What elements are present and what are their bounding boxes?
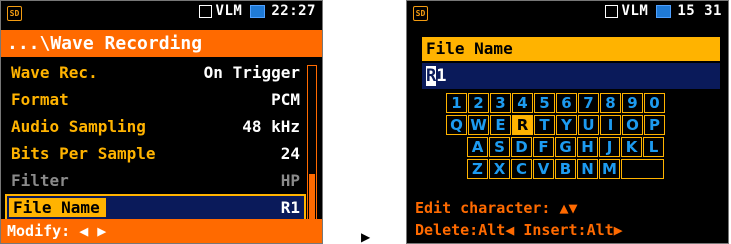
item-value: PCM — [271, 90, 300, 109]
list-item-wave-rec[interactable]: Wave Rec. On Trigger — [1, 59, 304, 86]
keyboard-row-qwerty: Q W E R T Y U I O P — [446, 115, 666, 135]
key[interactable]: I — [600, 115, 621, 135]
transition-arrow-icon: ▶ — [361, 230, 371, 244]
sd-card-icon: SD — [7, 6, 22, 21]
list-item-bits-per-sample[interactable]: Bits Per Sample 24 — [1, 140, 304, 167]
keyboard-row-asdf: A S D F G H J K L — [446, 137, 666, 157]
key[interactable]: K — [621, 137, 642, 157]
file-name-input[interactable]: R1 — [422, 63, 720, 89]
scrollbar-thumb[interactable] — [309, 174, 315, 220]
file-name-rest: 1 — [436, 66, 447, 86]
page-title: ...\Wave Recording — [1, 30, 322, 57]
key[interactable]: H — [577, 137, 598, 157]
key[interactable]: Y — [556, 115, 577, 135]
battery-icon — [656, 4, 672, 18]
item-label: Filter — [11, 171, 69, 190]
key[interactable]: 4 — [512, 93, 533, 113]
key[interactable]: 0 — [644, 93, 665, 113]
key[interactable]: 1 — [446, 93, 467, 113]
item-value: HP — [280, 171, 300, 190]
key[interactable]: 7 — [578, 93, 599, 113]
item-label: Audio Sampling — [11, 117, 146, 136]
key[interactable]: Q — [446, 115, 467, 135]
item-value: 48 kHz — [242, 117, 300, 136]
sd-card-icon: SD — [413, 6, 428, 21]
key[interactable]: C — [511, 159, 532, 179]
key[interactable]: 3 — [490, 93, 511, 113]
key[interactable]: M — [599, 159, 620, 179]
key[interactable]: N — [577, 159, 598, 179]
key-blank[interactable] — [621, 159, 664, 179]
settings-list: Wave Rec. On Trigger Format PCM Audio Sa… — [1, 59, 306, 221]
list-item-file-name[interactable]: File Name R1 — [5, 194, 306, 221]
key-active[interactable]: R — [512, 115, 533, 135]
key[interactable]: F — [533, 137, 554, 157]
status-bar: SD VLM 22:27 — [1, 1, 322, 26]
key[interactable]: P — [644, 115, 665, 135]
clock: 22:27 — [271, 3, 316, 19]
item-label: Format — [11, 90, 69, 109]
key[interactable]: B — [555, 159, 576, 179]
item-value: R1 — [280, 198, 300, 217]
checkbox-icon — [198, 4, 212, 18]
footer-hint: Modify: ◀ ▶ — [1, 219, 322, 243]
key[interactable]: E — [490, 115, 511, 135]
clock: 15 31 — [677, 3, 722, 19]
key[interactable]: A — [467, 137, 488, 157]
key[interactable]: J — [599, 137, 620, 157]
edit-character-hint: Edit character: ▲▼ — [415, 199, 578, 217]
item-label: File Name — [9, 198, 106, 217]
item-label: Wave Rec. — [11, 63, 98, 82]
text-cursor: R — [426, 66, 437, 86]
status-bar: SD VLM 15 31 — [407, 1, 728, 26]
item-value: On Trigger — [203, 63, 300, 82]
checkbox-icon — [604, 4, 618, 18]
delete-insert-hint: Delete:Alt◀ Insert:Alt▶ — [415, 221, 623, 239]
field-label: File Name — [422, 37, 720, 61]
list-item-audio-sampling[interactable]: Audio Sampling 48 kHz — [1, 113, 304, 140]
key[interactable]: 6 — [556, 93, 577, 113]
key[interactable]: 9 — [622, 93, 643, 113]
key[interactable]: V — [533, 159, 554, 179]
scrollbar[interactable] — [307, 65, 317, 225]
key[interactable]: O — [622, 115, 643, 135]
keyboard-row-zxcv: Z X C V B N M — [446, 159, 666, 179]
key[interactable]: 5 — [534, 93, 555, 113]
mode-label: VLM — [215, 3, 243, 19]
key[interactable]: D — [511, 137, 532, 157]
key[interactable]: X — [489, 159, 510, 179]
key[interactable]: 8 — [600, 93, 621, 113]
key[interactable]: Z — [467, 159, 488, 179]
key[interactable]: W — [468, 115, 489, 135]
key[interactable]: T — [534, 115, 555, 135]
on-screen-keyboard: 1 2 3 4 5 6 7 8 9 0 Q W E R T Y U I O P … — [446, 93, 666, 181]
list-item-filter: Filter HP — [1, 167, 304, 194]
battery-icon — [250, 4, 266, 18]
mode-label: VLM — [621, 3, 649, 19]
key[interactable]: L — [643, 137, 664, 157]
item-value: 24 — [280, 144, 300, 163]
item-label: Bits Per Sample — [11, 144, 156, 163]
list-item-format[interactable]: Format PCM — [1, 86, 304, 113]
file-name-editor-screen: SD VLM 15 31 File Name R1 1 2 3 4 5 6 7 … — [406, 0, 729, 244]
keyboard-row-digits: 1 2 3 4 5 6 7 8 9 0 — [446, 93, 666, 113]
wave-recording-screen: SD VLM 22:27 ...\Wave Recording Wave Rec… — [0, 0, 323, 244]
key[interactable]: S — [489, 137, 510, 157]
key[interactable]: U — [578, 115, 599, 135]
key[interactable]: G — [555, 137, 576, 157]
key[interactable]: 2 — [468, 93, 489, 113]
